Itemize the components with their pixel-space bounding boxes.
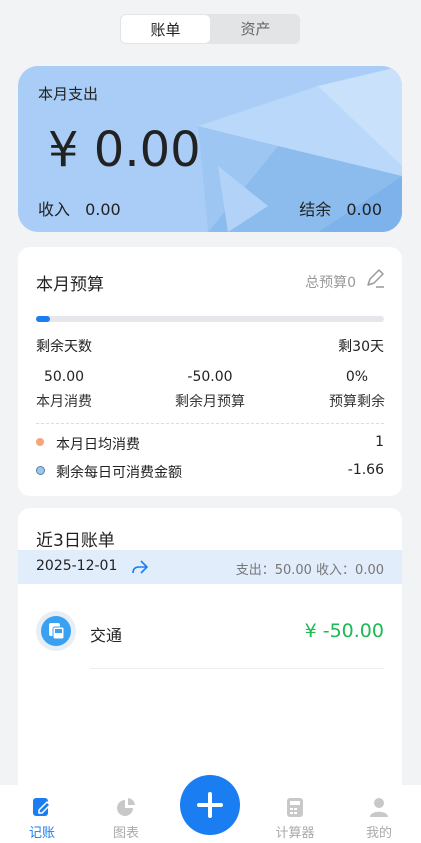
plus-icon bbox=[196, 791, 224, 823]
stat-value: -50.00 bbox=[187, 369, 233, 385]
share-icon[interactable] bbox=[131, 559, 149, 579]
bill-amount: ¥ -50.00 bbox=[304, 620, 384, 642]
stat-remaining-budget: -50.00 剩余月预算 bbox=[150, 369, 270, 411]
budget-title: 本月预算 bbox=[36, 275, 104, 295]
day-summary: 支出：50.00 收入：0.00 bbox=[235, 563, 384, 578]
bill-date: 2025-12-01 bbox=[36, 558, 118, 574]
income-summary: 收入 0.00 bbox=[38, 196, 121, 220]
budget-progress-bar bbox=[36, 316, 384, 322]
blue-dot-icon bbox=[36, 466, 45, 475]
budget-card: 本月预算 总预算0 剩余天数 剩30天 50.00 本月消费 -50.00 剩余… bbox=[18, 247, 402, 496]
recent-bills-card: 近3日账单 2025-12-01 支出：50.00 收入：0.00 交通 ¥ -… bbox=[18, 508, 402, 808]
tab-label: 我的 bbox=[365, 826, 392, 841]
daily-remaining-value: -1.66 bbox=[347, 462, 384, 478]
tab-bills[interactable]: 账单 bbox=[121, 15, 210, 43]
balance-value: 0.00 bbox=[346, 200, 382, 219]
balance-summary: 结余 0.00 bbox=[299, 196, 382, 220]
tab-assets[interactable]: 资产 bbox=[211, 14, 300, 44]
daily-remaining-label: 剩余每日可消费金额 bbox=[56, 465, 182, 481]
income-label: 收入 bbox=[38, 200, 71, 219]
add-record-button[interactable] bbox=[180, 775, 240, 835]
edit-budget-icon[interactable] bbox=[364, 267, 386, 293]
ledger-icon bbox=[31, 796, 53, 822]
divider bbox=[90, 668, 384, 669]
daily-remaining-row: 剩余每日可消费金额 -1.66 bbox=[36, 462, 384, 482]
daily-avg-value: 1 bbox=[375, 434, 384, 450]
tab-charts[interactable]: 图表 bbox=[84, 785, 168, 843]
balance-label: 结余 bbox=[299, 200, 332, 219]
monthly-expense-amount: ¥ 0.00 bbox=[48, 122, 201, 178]
tab-ledger[interactable]: 记账 bbox=[0, 785, 84, 843]
tab-label: 记账 bbox=[28, 826, 55, 841]
stat-month-spend: 50.00 本月消费 bbox=[4, 369, 124, 411]
stat-label: 预算剩余 bbox=[329, 394, 385, 410]
remaining-days-row: 剩余天数 剩30天 bbox=[36, 336, 384, 356]
view-segment-control: 账单 资产 bbox=[120, 14, 300, 44]
orange-dot-icon bbox=[36, 438, 44, 446]
day-header: 2025-12-01 支出：50.00 收入：0.00 bbox=[18, 550, 402, 584]
total-budget-label: 总预算0 bbox=[305, 275, 356, 291]
stat-label: 剩余月预算 bbox=[175, 394, 245, 410]
remaining-days-value: 剩30天 bbox=[338, 339, 384, 355]
stat-value: 50.00 bbox=[43, 369, 85, 385]
pie-chart-icon bbox=[115, 796, 137, 822]
income-value: 0.00 bbox=[85, 200, 121, 219]
stat-value: 0% bbox=[345, 369, 369, 385]
user-icon bbox=[368, 796, 390, 822]
recent-bills-title: 近3日账单 bbox=[36, 531, 115, 551]
stat-label: 本月消费 bbox=[36, 394, 92, 410]
tab-profile[interactable]: 我的 bbox=[337, 785, 421, 843]
divider bbox=[36, 423, 384, 424]
budget-progress-fill bbox=[36, 316, 50, 322]
daily-avg-label: 本月日均消费 bbox=[56, 437, 140, 453]
stat-budget-left-percent: 0% 预算剩余 bbox=[297, 369, 417, 411]
remaining-days-label: 剩余天数 bbox=[36, 339, 92, 355]
bill-category: 交通 bbox=[90, 626, 123, 645]
calculator-icon bbox=[284, 796, 306, 822]
tab-label: 计算器 bbox=[275, 826, 315, 841]
daily-avg-row: 本月日均消费 1 bbox=[36, 434, 384, 454]
monthly-expense-label: 本月支出 bbox=[38, 85, 99, 103]
tab-label: 图表 bbox=[112, 826, 139, 841]
monthly-summary-card: 本月支出 ¥ 0.00 收入 0.00 结余 0.00 bbox=[18, 66, 402, 232]
bus-icon bbox=[36, 611, 76, 651]
tab-calculator[interactable]: 计算器 bbox=[253, 785, 337, 843]
list-item[interactable]: 交通 ¥ -50.00 bbox=[18, 608, 402, 669]
